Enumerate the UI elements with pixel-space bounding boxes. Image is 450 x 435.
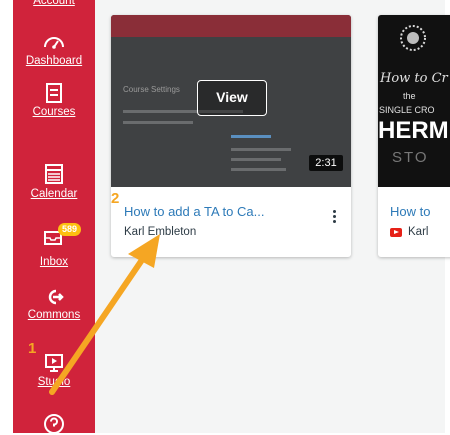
annotation-arrow	[49, 234, 160, 395]
canvas-studio-window: Account Dashboard Courses Calendar 589 I…	[0, 0, 450, 434]
